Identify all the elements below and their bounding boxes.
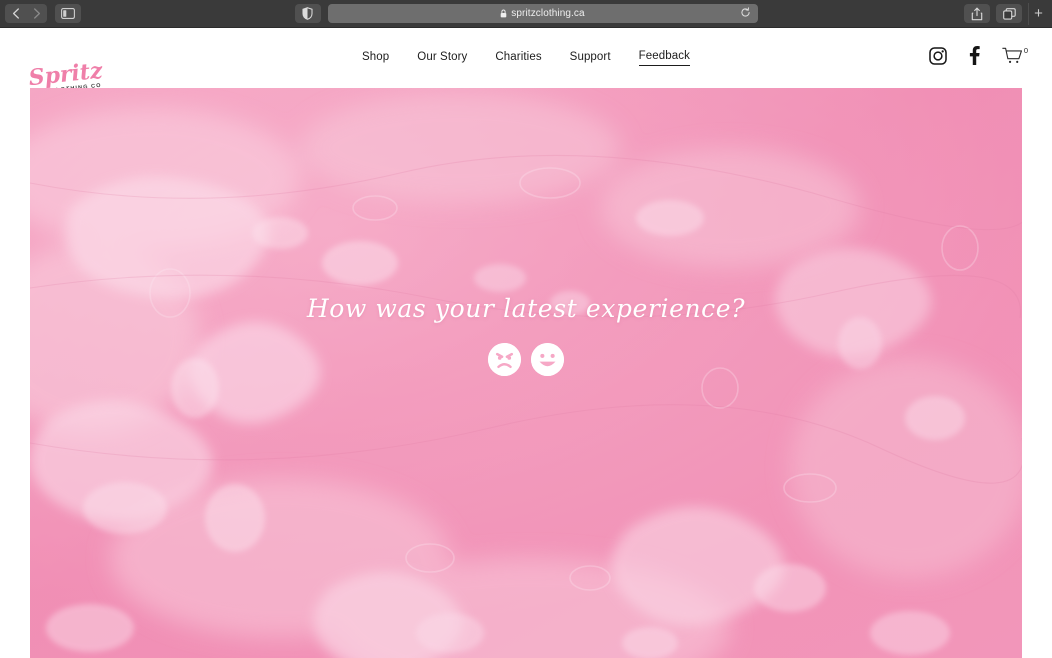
address-bar-content: spritzclothing.ca [500,8,585,19]
cart-count-badge: 0 [1023,45,1028,55]
site-header: Spritz CLOTHING CO Shop Our Story Charit… [0,28,1052,94]
toolbar-center-group: spritzclothing.ca [0,4,1052,23]
hero-section: How was your latest experience? [30,88,1022,658]
nav-item-charities[interactable]: Charities [495,51,541,66]
cart-button[interactable]: 0 [1002,45,1028,65]
share-icon[interactable] [964,4,990,23]
hero-content: How was your latest experience? [30,294,1022,376]
toolbar-right-group: + [964,2,1052,25]
main-navigation: Shop Our Story Charities Support Feedbac… [0,50,1052,66]
happy-face-button[interactable] [531,343,564,376]
reload-icon[interactable] [740,5,751,23]
nav-item-support[interactable]: Support [570,51,611,66]
facebook-icon[interactable] [969,46,980,65]
hero-title: How was your latest experience? [306,294,746,323]
header-icon-group: 0 [929,46,1028,65]
tab-overview-icon[interactable] [996,4,1022,23]
address-bar[interactable]: spritzclothing.ca [327,4,758,23]
nav-item-our-story[interactable]: Our Story [417,51,467,66]
instagram-icon[interactable] [929,46,947,65]
nav-item-feedback[interactable]: Feedback [638,50,690,66]
privacy-shield-icon[interactable] [294,4,321,23]
angry-face-button[interactable] [488,343,521,376]
lock-icon [500,9,507,18]
address-bar-url: spritzclothing.ca [511,8,585,19]
nav-item-shop[interactable]: Shop [362,51,389,66]
browser-toolbar: spritzclothing.ca + [0,0,1052,28]
feedback-options [488,343,564,376]
new-tab-button[interactable]: + [1028,2,1048,25]
